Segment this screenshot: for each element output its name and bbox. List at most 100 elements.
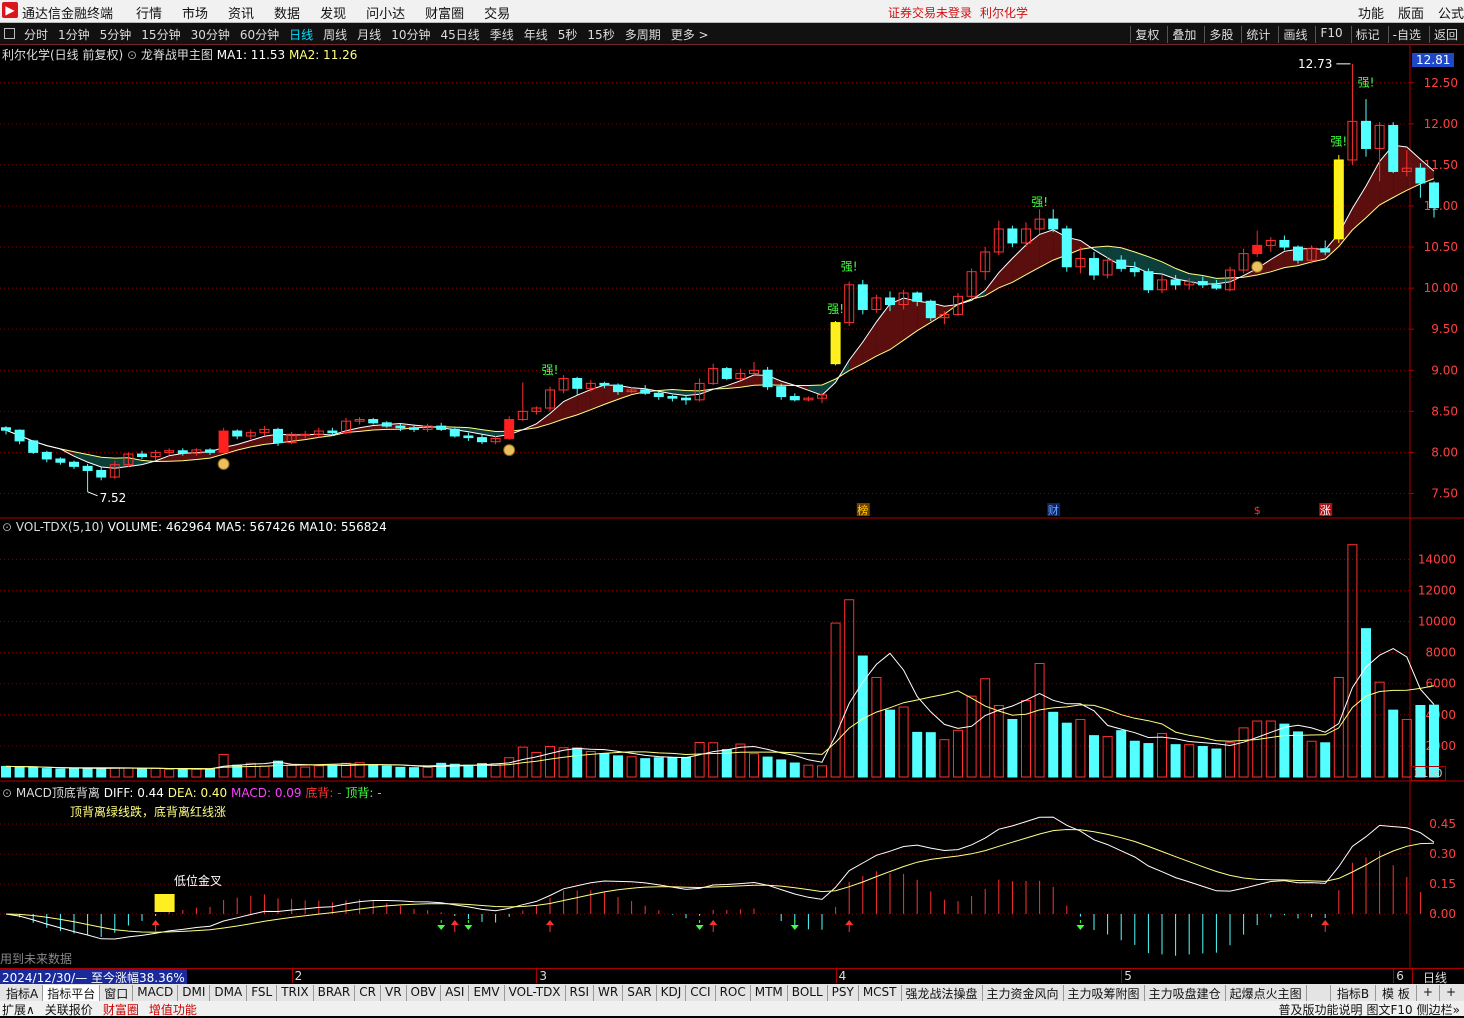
indicator-tab-bar: 指标A 指标平台 窗口 MACD DMI DMA FSL TRIX BRAR CR VR OBV ASI… [0, 984, 1464, 1002]
candle-body [1293, 246, 1303, 261]
indicator-tab-4[interactable]: DMI [178, 985, 211, 1002]
candle-body [381, 422, 392, 427]
indicator-name[interactable]: 龙脊战甲主图 [141, 48, 213, 62]
candle-body [96, 469, 107, 478]
indicator-tab-13[interactable]: EMV [469, 985, 505, 1002]
candlestick-chart[interactable]: 12.5012.0011.5011.0010.5010.009.509.008.… [0, 43, 1464, 968]
period-tab-16[interactable]: 更多 > [671, 26, 709, 43]
volume-bar [980, 678, 991, 778]
indicator-tab-16[interactable]: WR [594, 985, 624, 1002]
dropdown-icon[interactable]: ⊙ [2, 786, 12, 800]
right-menu-item-0[interactable]: 功能 [1358, 3, 1384, 22]
tool-button-8[interactable]: 返回 [1428, 26, 1462, 43]
price-tick-label: 7.50 [1431, 486, 1458, 500]
period-tab-6[interactable]: 日线 [289, 26, 313, 43]
dropdown-icon[interactable]: ⊙ [2, 520, 12, 534]
indicator-tab-6[interactable]: FSL [247, 985, 278, 1002]
indicator-tab-15[interactable]: RSI [566, 985, 595, 1002]
indicator-tab-5[interactable]: DMA [210, 985, 248, 1002]
right-menu-item-2[interactable]: 公式 [1438, 3, 1464, 22]
indicator-tab-1[interactable]: 指标平台 [43, 985, 101, 1002]
period-tab-11[interactable]: 季线 [490, 26, 514, 43]
tool-button-4[interactable]: 画线 [1278, 26, 1311, 43]
right-tab-1[interactable]: 模 板 [1375, 985, 1416, 1002]
tool-button-3[interactable]: 统计 [1241, 26, 1274, 43]
indicator-tab-28[interactable]: 主力吸盘建仓 [1145, 985, 1226, 1002]
month-label-6: 6 [1393, 969, 1404, 983]
period-tab-2[interactable]: 5分钟 [100, 26, 132, 43]
trade-status[interactable]: 证券交易未登录 [888, 4, 972, 21]
indicator-tab-3[interactable]: MACD [133, 985, 179, 1002]
tool-button-2[interactable]: 多股 [1204, 26, 1237, 43]
status-right-item-0[interactable]: 普及版功能说明 [1278, 1001, 1362, 1018]
indicator-tab-19[interactable]: CCI [686, 985, 716, 1002]
indicator-tab-0[interactable]: 指标A [2, 985, 44, 1002]
tool-button-7[interactable]: -自选 [1387, 26, 1425, 43]
indicator-tab-23[interactable]: PSY [828, 985, 859, 1002]
volume-bar [300, 766, 311, 778]
right-tab-2[interactable]: + [1415, 985, 1439, 1002]
period-tab-12[interactable]: 年线 [524, 26, 548, 43]
right-menu-item-1[interactable]: 版面 [1398, 3, 1424, 22]
status-item-2[interactable]: 财富圈 [103, 1001, 139, 1018]
indicator-tab-18[interactable]: KDJ [657, 985, 687, 1002]
status-item-0[interactable]: 扩展∧ [2, 1001, 35, 1018]
tool-button-0[interactable]: 复权 [1130, 26, 1163, 43]
candle-body [1415, 167, 1426, 184]
indicator-tab-24[interactable]: MCST [859, 985, 902, 1002]
indicator-tab-26[interactable]: 主力资金风向 [983, 985, 1064, 1002]
period-tab-13[interactable]: 5秒 [558, 26, 578, 43]
indicator-tab-2[interactable]: 窗口 [100, 985, 134, 1002]
status-right-item-1[interactable]: 图文F10 [1366, 1001, 1412, 1018]
period-tab-1[interactable]: 1分钟 [58, 26, 90, 43]
menu-item-4[interactable]: 发现 [320, 3, 346, 22]
vol-title[interactable]: VOL-TDX(5,10) [16, 520, 104, 534]
menu-item-0[interactable]: 行情 [136, 3, 162, 22]
indicator-tab-8[interactable]: BRAR [314, 985, 356, 1002]
menu-item-7[interactable]: 交易 [484, 3, 510, 22]
chart-area[interactable]: 12.50 12.00 11.50 11.00 10.50 10.00 9.50 9.00 8.… [0, 43, 1464, 968]
indicator-tab-21[interactable]: MTM [751, 985, 788, 1002]
indicator-tab-22[interactable]: BOLL [788, 985, 828, 1002]
period-tab-8[interactable]: 月线 [357, 26, 381, 43]
indicator-tab-9[interactable]: CR [355, 985, 381, 1002]
right-tab-3[interactable]: + [1438, 985, 1462, 1002]
menu-item-3[interactable]: 数据 [274, 3, 300, 22]
menu-item-1[interactable]: 市场 [182, 3, 208, 22]
menu-item-2[interactable]: 资讯 [228, 3, 254, 22]
indicator-tab-14[interactable]: VOL-TDX [505, 985, 566, 1002]
macd-title[interactable]: MACD顶底背离 [16, 786, 100, 800]
indicator-tab-12[interactable]: ASI [441, 985, 470, 1002]
indicator-tab-27[interactable]: 主力吸筹附图 [1064, 985, 1145, 1002]
indicator-tab-17[interactable]: SAR [623, 985, 657, 1002]
dropdown-icon[interactable]: ⊙ [127, 48, 137, 62]
indicator-tab-29[interactable]: 起爆点火主图 [1226, 985, 1307, 1002]
menu-item-5[interactable]: 问小达 [366, 3, 405, 22]
period-tab-9[interactable]: 10分钟 [391, 26, 430, 43]
period-tab-4[interactable]: 30分钟 [191, 26, 230, 43]
period-tab-3[interactable]: 15分钟 [141, 26, 180, 43]
status-item-1[interactable]: 关联报价 [45, 1001, 93, 1018]
indicator-tab-20[interactable]: ROC [716, 985, 751, 1002]
tool-button-1[interactable]: 叠加 [1167, 26, 1200, 43]
menu-item-6[interactable]: 财富圈 [425, 3, 464, 22]
period-tab-10[interactable]: 45日线 [440, 26, 479, 43]
period-tab-5[interactable]: 60分钟 [240, 26, 279, 43]
tool-button-6[interactable]: 标记 [1350, 26, 1384, 43]
status-item-3[interactable]: 增值功能 [149, 1001, 197, 1018]
indicator-tab-11[interactable]: OBV [407, 985, 442, 1002]
status-right-item-2[interactable]: 侧边栏» [1417, 1001, 1460, 1018]
period-tab-0[interactable]: 分时 [24, 26, 48, 43]
candle-body [925, 300, 936, 319]
ma2-line [5, 178, 1435, 463]
tool-button-5[interactable]: F10 [1315, 26, 1346, 43]
indicator-tab-25[interactable]: 强龙战法操盘 [902, 985, 983, 1002]
indicator-tab-10[interactable]: VR [381, 985, 407, 1002]
panel-toggle-icon[interactable] [4, 28, 15, 39]
indicator-tab-7[interactable]: TRIX [277, 985, 314, 1002]
period-tab-15[interactable]: 多周期 [625, 26, 661, 43]
period-tab-14[interactable]: 15秒 [587, 26, 614, 43]
future-data-note: 用到未来数据 [0, 952, 73, 966]
period-tab-7[interactable]: 周线 [323, 26, 347, 43]
right-tab-0[interactable]: 指标B [1329, 985, 1375, 1002]
